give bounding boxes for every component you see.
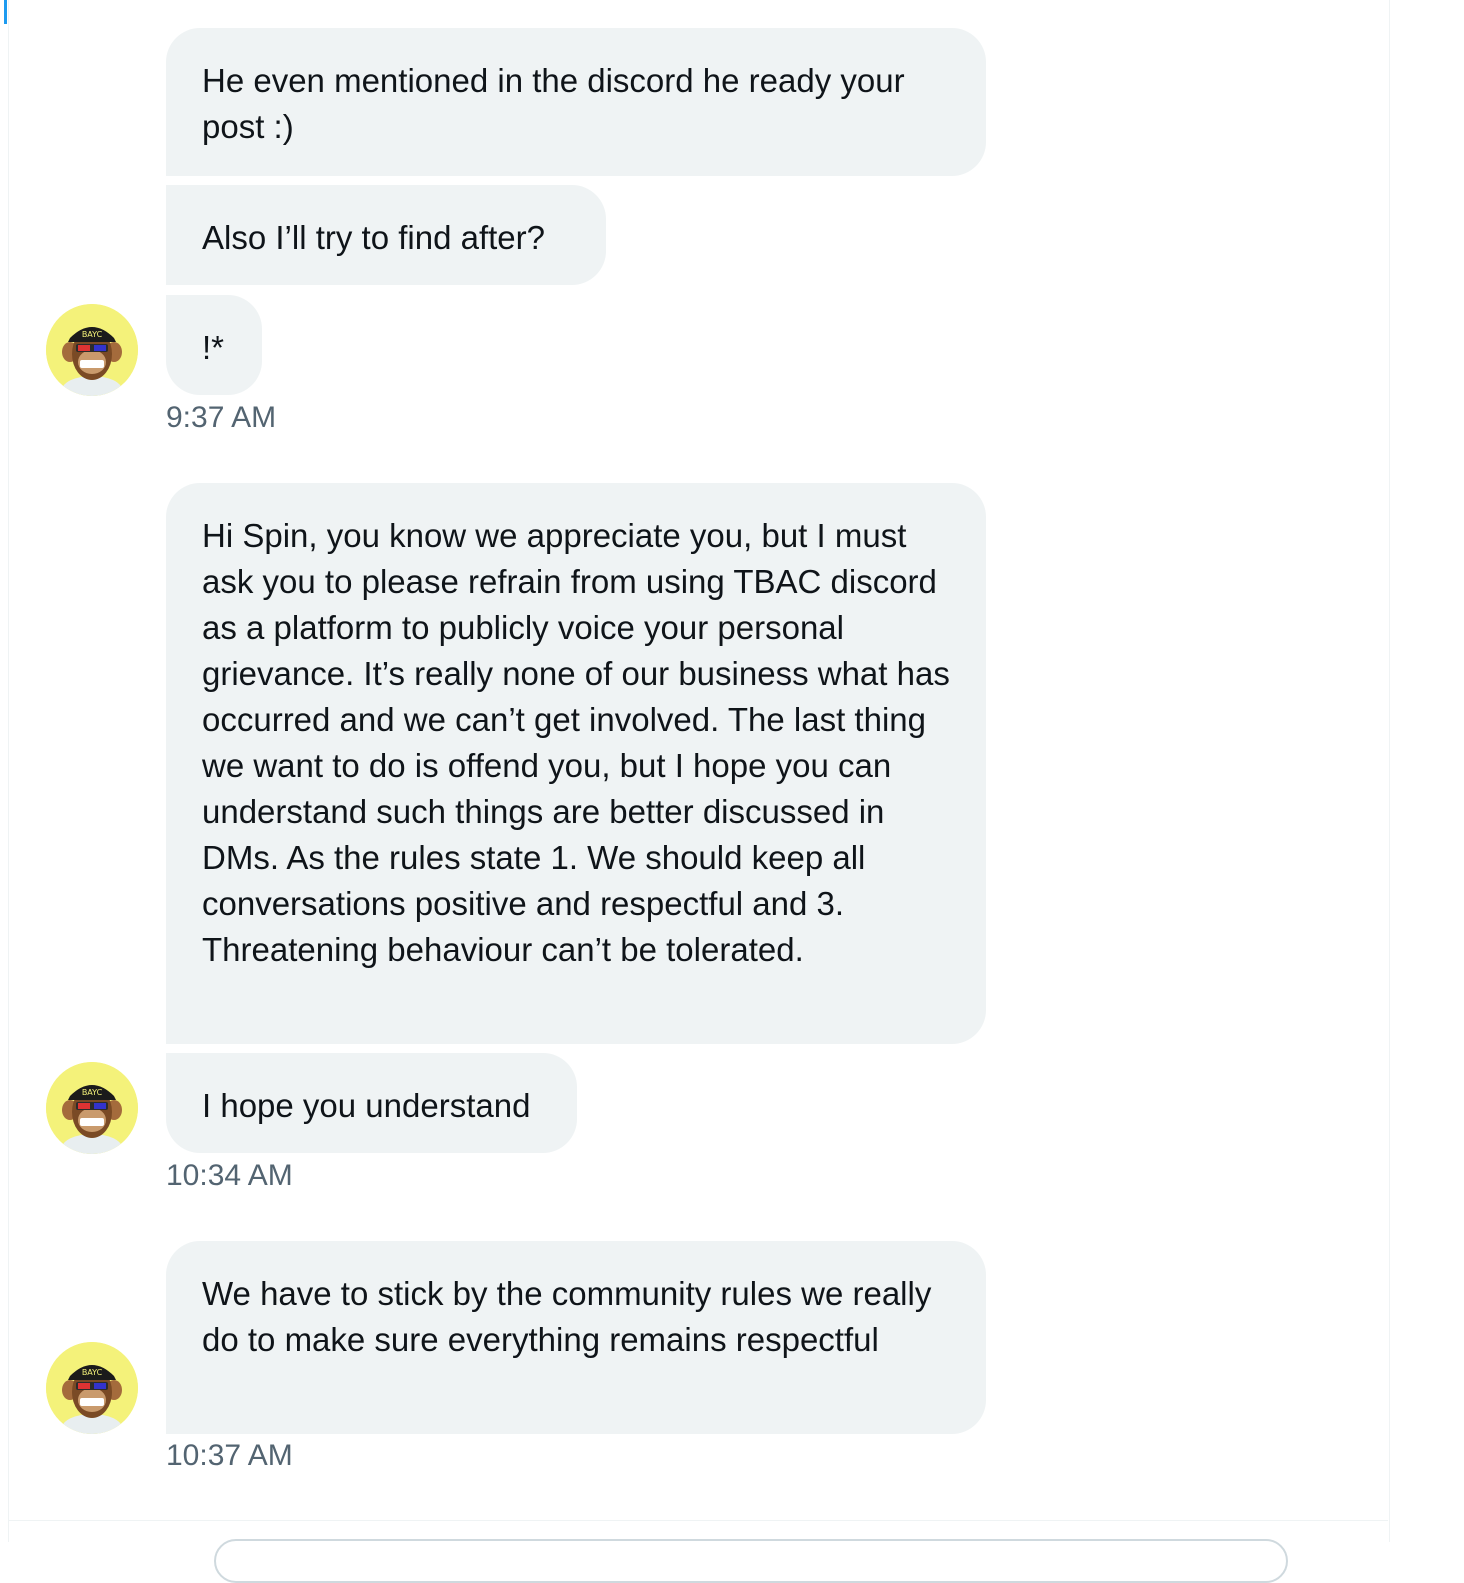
svg-text:BAYC: BAYC — [82, 1368, 103, 1377]
message-bubble[interactable]: Hi Spin, you know we appreciate you, but… — [166, 483, 986, 1044]
message-bubble[interactable]: He even mentioned in the discord he read… — [166, 28, 986, 176]
message-timestamp: 10:34 AM — [166, 1159, 293, 1192]
ape-avatar-icon: BAYC — [46, 1062, 138, 1154]
ape-avatar-icon: BAYC — [46, 304, 138, 396]
message-timestamp: 10:37 AM — [166, 1439, 293, 1472]
message-input[interactable] — [214, 1539, 1288, 1583]
focus-indicator — [4, 0, 7, 24]
message-bubble[interactable]: I hope you understand — [166, 1053, 577, 1153]
sender-avatar[interactable]: BAYC — [46, 1342, 138, 1434]
message-bubble[interactable]: !* — [166, 295, 262, 395]
svg-text:BAYC: BAYC — [82, 1088, 103, 1097]
message-composer — [8, 1520, 1388, 1583]
sender-avatar[interactable]: BAYC — [46, 1062, 138, 1154]
sender-avatar[interactable]: BAYC — [46, 304, 138, 396]
ape-avatar-icon: BAYC — [46, 1342, 138, 1434]
message-bubble[interactable]: Also I’ll try to find after? — [166, 185, 606, 285]
message-timestamp: 9:37 AM — [166, 401, 277, 434]
message-bubble[interactable]: We have to stick by the community rules … — [166, 1241, 986, 1434]
svg-text:BAYC: BAYC — [82, 330, 103, 339]
